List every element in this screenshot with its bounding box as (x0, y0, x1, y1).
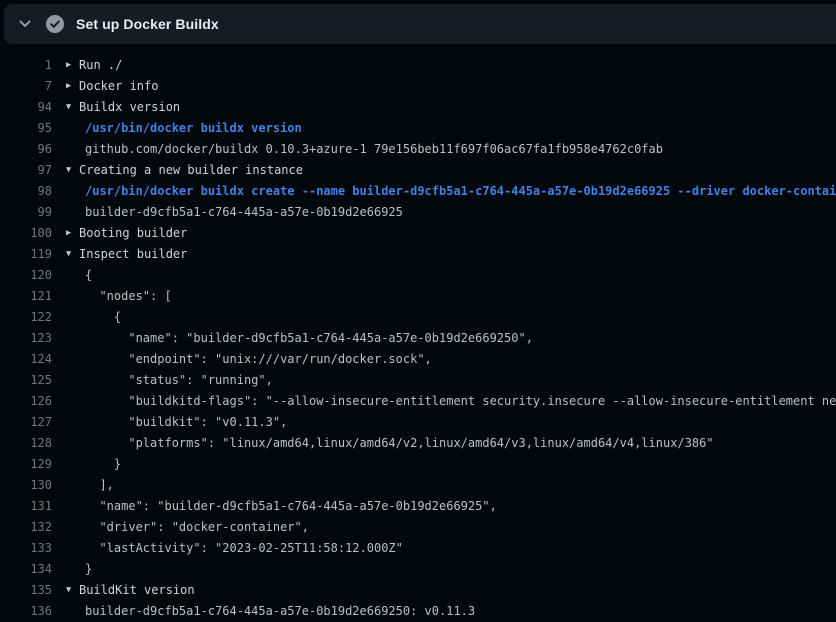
line-text: "driver": "docker-container", (85, 517, 309, 538)
log-line: 124 "endpoint": "unix:///var/run/docker.… (0, 349, 836, 370)
line-text: "lastActivity": "2023-02-25T11:58:12.000… (85, 538, 403, 559)
line-number[interactable]: 124 (0, 349, 52, 370)
log-line: 125 "status": "running", (0, 370, 836, 391)
line-number[interactable]: 122 (0, 307, 52, 328)
line-number[interactable]: 129 (0, 454, 52, 475)
line-text: Run ./ (79, 55, 122, 76)
log-line[interactable]: 94 ▼ Buildx version (0, 97, 836, 118)
line-number[interactable]: 136 (0, 601, 52, 622)
line-number[interactable]: 98 (0, 181, 52, 202)
line-number[interactable]: 127 (0, 412, 52, 433)
line-text: Inspect builder (79, 244, 187, 265)
line-number[interactable]: 119 (0, 244, 52, 265)
line-number[interactable]: 132 (0, 517, 52, 538)
line-text: "nodes": [ (85, 286, 172, 307)
line-number[interactable]: 95 (0, 118, 52, 139)
line-number[interactable]: 121 (0, 286, 52, 307)
line-text: "name": "builder-d9cfb5a1-c764-445a-a57e… (85, 328, 533, 349)
group-arrow-icon[interactable]: ▶ (66, 55, 79, 76)
line-text: { (85, 265, 92, 286)
chevron-down-icon (18, 17, 32, 31)
line-number[interactable]: 94 (0, 97, 52, 118)
log-line: 126 "buildkitd-flags": "--allow-insecure… (0, 391, 836, 412)
log-line: 128 "platforms": "linux/amd64,linux/amd6… (0, 433, 836, 454)
log-line: 127 "buildkit": "v0.11.3", (0, 412, 836, 433)
line-number[interactable]: 133 (0, 538, 52, 559)
log-line: 123 "name": "builder-d9cfb5a1-c764-445a-… (0, 328, 836, 349)
log-line: 96 github.com/docker/buildx 0.10.3+azure… (0, 139, 836, 160)
log-line: 95 /usr/bin/docker buildx version (0, 118, 836, 139)
log-line[interactable]: 97 ▼ Creating a new builder instance (0, 160, 836, 181)
log-line: 131 "name": "builder-d9cfb5a1-c764-445a-… (0, 496, 836, 517)
log-line: 122 { (0, 307, 836, 328)
line-text: "buildkitd-flags": "--allow-insecure-ent… (85, 391, 836, 412)
line-text: /usr/bin/docker buildx create --name bui… (85, 181, 836, 202)
group-arrow-icon[interactable]: ▼ (66, 97, 79, 118)
line-number[interactable]: 126 (0, 391, 52, 412)
log-line[interactable]: 100 ▶ Booting builder (0, 223, 836, 244)
line-text: Buildx version (79, 97, 180, 118)
line-text: builder-d9cfb5a1-c764-445a-a57e-0b19d2e6… (85, 601, 475, 622)
log-line: 136 builder-d9cfb5a1-c764-445a-a57e-0b19… (0, 601, 836, 622)
check-circle-icon (46, 15, 64, 33)
line-number[interactable]: 134 (0, 559, 52, 580)
line-text: { (85, 307, 121, 328)
line-text: } (85, 454, 121, 475)
line-number[interactable]: 1 (0, 55, 52, 76)
group-arrow-icon[interactable]: ▶ (66, 223, 79, 244)
log-line: 134 } (0, 559, 836, 580)
line-number[interactable]: 96 (0, 139, 52, 160)
log-line[interactable]: 7 ▶ Docker info (0, 76, 836, 97)
log-line: 132 "driver": "docker-container", (0, 517, 836, 538)
line-number[interactable]: 100 (0, 223, 52, 244)
line-text: ], (85, 475, 114, 496)
log-line: 130 ], (0, 475, 836, 496)
log-line: 121 "nodes": [ (0, 286, 836, 307)
log-line: 133 "lastActivity": "2023-02-25T11:58:12… (0, 538, 836, 559)
line-number[interactable]: 135 (0, 580, 52, 601)
line-text: } (85, 559, 92, 580)
line-text: "endpoint": "unix:///var/run/docker.sock… (85, 349, 432, 370)
group-arrow-icon[interactable]: ▼ (66, 580, 79, 601)
line-text: Creating a new builder instance (79, 160, 303, 181)
line-text: BuildKit version (79, 580, 195, 601)
group-arrow-icon[interactable]: ▼ (66, 244, 79, 265)
log-line: 99 builder-d9cfb5a1-c764-445a-a57e-0b19d… (0, 202, 836, 223)
line-number[interactable]: 97 (0, 160, 52, 181)
log-line: 98 /usr/bin/docker buildx create --name … (0, 181, 836, 202)
line-text: Booting builder (79, 223, 187, 244)
line-text: "platforms": "linux/amd64,linux/amd64/v2… (85, 433, 714, 454)
line-number[interactable]: 120 (0, 265, 52, 286)
line-number[interactable]: 123 (0, 328, 52, 349)
log-line: 120 { (0, 265, 836, 286)
log-line[interactable]: 119 ▼ Inspect builder (0, 244, 836, 265)
line-text: "name": "builder-d9cfb5a1-c764-445a-a57e… (85, 496, 497, 517)
log-line[interactable]: 1 ▶ Run ./ (0, 55, 836, 76)
line-text: github.com/docker/buildx 0.10.3+azure-1 … (85, 139, 663, 160)
line-number[interactable]: 130 (0, 475, 52, 496)
line-number[interactable]: 125 (0, 370, 52, 391)
line-number[interactable]: 99 (0, 202, 52, 223)
log-line: 129 } (0, 454, 836, 475)
line-text: Docker info (79, 76, 158, 97)
line-number[interactable]: 7 (0, 76, 52, 97)
step-title: Set up Docker Buildx (76, 16, 219, 32)
line-number[interactable]: 131 (0, 496, 52, 517)
group-arrow-icon[interactable]: ▶ (66, 76, 79, 97)
log-output: 1 ▶ Run ./ 7 ▶ Docker info 94 ▼ Buildx v… (0, 55, 836, 622)
line-text: "buildkit": "v0.11.3", (85, 412, 287, 433)
log-line[interactable]: 135 ▼ BuildKit version (0, 580, 836, 601)
line-text: "status": "running", (85, 370, 273, 391)
collapse-step-button[interactable] (12, 11, 38, 37)
line-text: /usr/bin/docker buildx version (85, 118, 302, 139)
step-header[interactable]: Set up Docker Buildx (4, 4, 836, 44)
line-number[interactable]: 128 (0, 433, 52, 454)
group-arrow-icon[interactable]: ▼ (66, 160, 79, 181)
line-text: builder-d9cfb5a1-c764-445a-a57e-0b19d2e6… (85, 202, 403, 223)
